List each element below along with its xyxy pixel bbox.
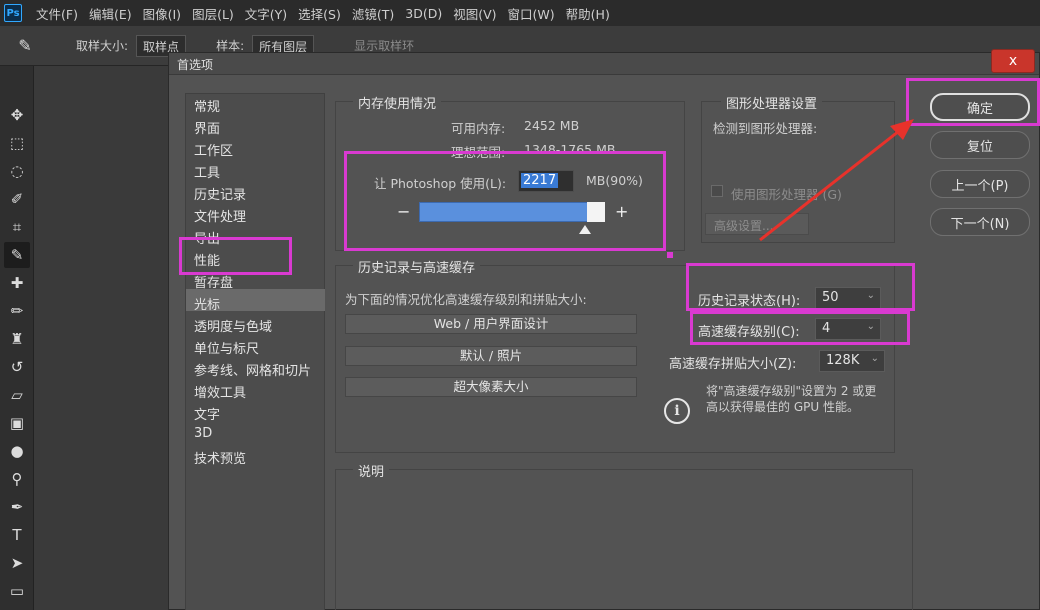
menu-image[interactable]: 图像(I) (143, 4, 192, 23)
tile-size-label: 高速缓存拼贴大小(Z): (669, 357, 797, 372)
pen-icon[interactable]: ✒ (4, 494, 30, 520)
annotation-handle (667, 252, 673, 258)
category-type[interactable]: 文字 (194, 404, 220, 423)
blur-icon[interactable]: ● (4, 438, 30, 464)
healing-icon[interactable]: ✚ (4, 270, 30, 296)
optimize-cache-label: 为下面的情况优化高速缓存级别和拼贴大小: (345, 292, 587, 307)
menu-bar: Ps 文件(F) 编辑(E) 图像(I) 图层(L) 文字(Y) 选择(S) 滤… (0, 0, 1040, 26)
brush-icon[interactable]: ✏ (4, 298, 30, 324)
memory-group-title: 内存使用情况 (353, 93, 442, 112)
menu-file[interactable]: 文件(F) (36, 4, 89, 23)
category-cursors[interactable]: 光标 (194, 294, 220, 313)
use-gpu-checkbox[interactable] (711, 185, 723, 197)
use-gpu-label: 使用图形处理器 (G) (731, 187, 842, 202)
info-icon: i (664, 398, 690, 424)
eraser-icon[interactable]: ▱ (4, 382, 30, 408)
menu-view[interactable]: 视图(V) (453, 4, 507, 23)
category-guides[interactable]: 参考线、网格和切片 (194, 360, 311, 379)
category-workspace[interactable]: 工作区 (194, 140, 233, 159)
preset-web-ui-button[interactable]: Web / 用户界面设计 (345, 314, 637, 334)
menu-filter[interactable]: 滤镜(T) (352, 4, 405, 23)
dodge-icon[interactable]: ⚲ (4, 466, 30, 492)
annotation-performance-box (179, 237, 292, 275)
previous-button[interactable]: 上一个(P) (930, 170, 1030, 198)
marquee-icon[interactable]: ⬚ (4, 130, 30, 156)
annotation-cache-box (690, 311, 910, 345)
path-select-icon[interactable]: ➤ (4, 550, 30, 576)
available-ram-value: 2452 MB (524, 118, 580, 133)
eyedropper-icon[interactable]: ✎ (4, 242, 30, 268)
reset-button[interactable]: 复位 (930, 131, 1030, 159)
preset-default-photos-button[interactable]: 默认 / 照片 (345, 346, 637, 366)
description-title: 说明 (353, 461, 390, 480)
menu-layer[interactable]: 图层(L) (192, 4, 245, 23)
category-plugins[interactable]: 增效工具 (194, 382, 246, 401)
preset-huge-pixel-button[interactable]: 超大像素大小 (345, 377, 637, 397)
eyedropper-icon[interactable]: ✎ (10, 33, 40, 59)
category-file-handling[interactable]: 文件处理 (194, 206, 246, 225)
quick-select-icon[interactable]: ✐ (4, 186, 30, 212)
annotation-history-box (686, 263, 915, 311)
lasso-icon[interactable]: ◌ (4, 158, 30, 184)
dialog-title: 首选项 (177, 58, 214, 72)
category-tech-previews[interactable]: 技术预览 (194, 448, 246, 467)
description-group (335, 469, 913, 610)
category-interface[interactable]: 界面 (194, 118, 220, 137)
history-brush-icon[interactable]: ↺ (4, 354, 30, 380)
available-ram-label: 可用内存: (451, 121, 506, 136)
category-units[interactable]: 单位与标尺 (194, 338, 259, 357)
sample-size-label: 取样大小: (76, 39, 129, 53)
tile-size-dropdown[interactable]: 128K ⌄ (819, 350, 885, 372)
photoshop-logo: Ps (4, 4, 22, 22)
annotation-memory-box (344, 151, 666, 251)
annotation-ok-box (906, 78, 1040, 126)
category-general[interactable]: 常规 (194, 96, 220, 115)
close-icon: x (1008, 53, 1018, 69)
category-list: 常规 界面 工作区 工具 历史记录 文件处理 导出 性能 暂存盘 光标 透明度与… (185, 93, 325, 610)
category-tools[interactable]: 工具 (194, 162, 220, 181)
move-icon[interactable]: ✥ (4, 102, 30, 128)
close-button[interactable]: x (991, 49, 1035, 73)
history-cache-title: 历史记录与高速缓存 (353, 257, 481, 276)
advanced-settings-button[interactable]: 高级设置... (705, 213, 809, 235)
tile-size-value: 128K (826, 353, 860, 368)
dialog-titlebar: 首选项 (169, 53, 1039, 75)
menu-select[interactable]: 选择(S) (298, 4, 352, 23)
gradient-icon[interactable]: ▣ (4, 410, 30, 436)
next-button[interactable]: 下一个(N) (930, 208, 1030, 236)
menu-edit[interactable]: 编辑(E) (89, 4, 143, 23)
menu-help[interactable]: 帮助(H) (566, 4, 621, 23)
shape-icon[interactable]: ▭ (4, 578, 30, 604)
info-text-line-2: 高以获得最佳的 GPU 性能。 (706, 400, 859, 414)
category-3d[interactable]: 3D (194, 426, 212, 441)
gpu-group-title: 图形处理器设置 (721, 93, 823, 112)
chevron-down-icon: ⌄ (870, 353, 879, 364)
crop-icon[interactable]: ⌗ (4, 214, 30, 240)
detected-gpu-label: 检测到图形处理器: (713, 121, 818, 136)
info-text-line-1: 将"高速缓存级别"设置为 2 或更 (706, 384, 877, 398)
menu-window[interactable]: 窗口(W) (508, 4, 566, 23)
stamp-icon[interactable]: ♜ (4, 326, 30, 352)
menu-3d[interactable]: 3D(D) (405, 6, 453, 21)
category-history[interactable]: 历史记录 (194, 184, 246, 203)
type-icon[interactable]: T (4, 522, 30, 548)
category-transparency[interactable]: 透明度与色域 (194, 316, 272, 335)
menu-type[interactable]: 文字(Y) (245, 4, 298, 23)
tools-panel: ✥ ⬚ ◌ ✐ ⌗ ✎ ✚ ✏ ♜ ↺ ▱ ▣ ● ⚲ ✒ T ➤ ▭ (0, 66, 34, 610)
